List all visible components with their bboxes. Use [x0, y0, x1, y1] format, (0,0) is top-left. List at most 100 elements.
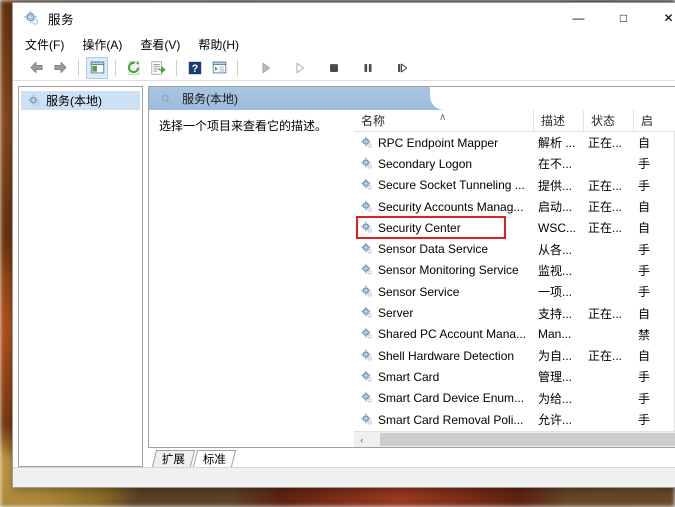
tab-extended[interactable]: 扩展: [151, 450, 196, 467]
rows-region: RPC Endpoint Mapper 解析 ... 正在... 自 Secondary…: [354, 132, 675, 431]
forward-button[interactable]: [49, 57, 71, 79]
service-name-cell: Server: [354, 306, 534, 320]
export-list-button[interactable]: [147, 57, 169, 79]
service-name-label: Security Center: [378, 220, 461, 235]
service-gear-icon: [360, 306, 374, 320]
service-startup-type-cell: 手: [638, 413, 651, 427]
maximize-button[interactable]: □: [601, 3, 646, 33]
table-row[interactable]: RPC Endpoint Mapper 解析 ... 正在... 自: [354, 132, 674, 153]
service-gear-icon: [360, 263, 374, 277]
menu-help[interactable]: 帮助(H): [198, 34, 248, 55]
service-name-label: Sensor Data Service: [378, 242, 489, 257]
toolbar-separator: [237, 59, 238, 76]
service-description-cell: 提供...: [538, 178, 573, 193]
service-gear-icon: [360, 242, 374, 256]
service-startup-type-cell: 自: [638, 306, 651, 321]
horizontal-scroll-track[interactable]: [370, 432, 675, 447]
table-row[interactable]: Shared PC Account Mana... Man... 禁: [354, 324, 674, 345]
results-pane-title: 服务(本地): [182, 92, 238, 106]
window-title: 服务: [48, 12, 75, 27]
column-header-startup-type[interactable]: 启: [634, 110, 675, 131]
horizontal-scroll-thumb[interactable]: [380, 433, 675, 446]
services-gear-icon: [27, 94, 41, 108]
minimize-button[interactable]: —: [556, 3, 601, 33]
service-description-cell: 解析 ...: [538, 136, 576, 151]
service-status-cell: 正在...: [588, 221, 623, 236]
refresh-button[interactable]: [123, 57, 145, 79]
back-button[interactable]: [25, 57, 47, 79]
menu-file[interactable]: 文件(F): [25, 34, 73, 55]
service-startup-type-cell: 手: [638, 178, 651, 193]
service-status-cell: 正在...: [588, 136, 623, 151]
service-name-label: Smart Card Removal Poli...: [378, 412, 524, 427]
results-pane-header: 服务(本地): [149, 87, 675, 110]
table-row[interactable]: Smart Card Removal Poli... 允许... 手: [354, 409, 674, 430]
view-tabstrip: 扩展 标准: [148, 448, 675, 467]
service-startup-type-cell: 手: [638, 370, 651, 385]
service-description-cell: 为给...: [538, 391, 573, 406]
window-titlebar: 服务 — □ ✕: [13, 3, 675, 33]
restart-service-button[interactable]: [391, 57, 413, 79]
results-tab-host: 服务(本地) 选择一个项目来查看它的描述。 名称 ∧ 描述 状态 启 RPC E…: [148, 86, 675, 448]
column-header-name[interactable]: 名称 ∧: [354, 110, 534, 131]
column-header-description[interactable]: 描述: [534, 110, 584, 131]
close-button[interactable]: ✕: [646, 3, 675, 33]
toolbar-separator: [115, 59, 116, 76]
console-tree-pane: 服务(本地): [18, 86, 143, 467]
svg-text:?: ?: [192, 62, 199, 74]
menu-action[interactable]: 操作(A): [82, 34, 131, 55]
service-name-cell: Smart Card: [354, 370, 534, 384]
service-name-label: RPC Endpoint Mapper: [378, 135, 499, 150]
service-startup-type-cell: 手: [638, 157, 651, 172]
service-description-cell: 启动...: [538, 200, 573, 215]
table-row[interactable]: Security Center WSC... 正在... 自: [354, 217, 674, 238]
table-row[interactable]: Shell Hardware Detection 为自... 正在... 自: [354, 345, 674, 366]
help-button[interactable]: ?: [184, 57, 206, 79]
start-service-button[interactable]: [255, 57, 277, 79]
tab-standard-label: 标准: [202, 454, 226, 466]
services-list-pane: 名称 ∧ 描述 状态 启 RPC Endpoint Mapper 解析 ... 正在…: [354, 110, 675, 447]
table-row[interactable]: Sensor Data Service 从各... 手: [354, 238, 674, 259]
service-gear-icon: [360, 327, 374, 341]
service-name-cell: Smart Card Device Enum...: [354, 391, 534, 405]
resume-service-button[interactable]: [289, 57, 311, 79]
show-hide-tree-button[interactable]: [86, 56, 108, 79]
table-row[interactable]: Sensor Monitoring Service 监视... 手: [354, 260, 674, 281]
scroll-left-button[interactable]: ‹: [354, 432, 370, 447]
service-description-cell: 允许...: [538, 413, 573, 427]
service-name-label: Security Accounts Manag...: [378, 199, 524, 214]
column-header-status[interactable]: 状态: [584, 110, 634, 131]
content-split: 选择一个项目来查看它的描述。 名称 ∧ 描述 状态 启 RPC Endpoint…: [149, 110, 675, 447]
service-description-cell: WSC...: [538, 220, 576, 235]
table-row[interactable]: Smart Card 管理... 手: [354, 366, 674, 387]
tree-item-services-local[interactable]: 服务(本地): [21, 91, 140, 110]
service-gear-icon: [360, 178, 374, 192]
toolbar: ?: [13, 55, 675, 81]
table-row[interactable]: Secondary Logon 在不... 手: [354, 153, 674, 174]
service-description-cell: 支持...: [538, 306, 573, 321]
service-name-label: Shared PC Account Mana...: [378, 327, 527, 342]
service-gear-icon: [360, 157, 374, 171]
table-row[interactable]: Secure Socket Tunneling ... 提供... 正在... 手: [354, 175, 674, 196]
tab-standard[interactable]: 标准: [192, 450, 237, 467]
service-gear-icon: [360, 285, 374, 299]
pause-service-button[interactable]: [357, 57, 379, 79]
service-description-cell: 在不...: [538, 157, 573, 172]
table-row[interactable]: Smart Card Device Enum... 为给... 手: [354, 388, 674, 409]
services-window: 服务 — □ ✕ 文件(F) 操作(A) 查看(V) 帮助(H) ? 服务(本地…: [12, 2, 675, 488]
stop-service-button[interactable]: [323, 57, 345, 79]
description-pane: 选择一个项目来查看它的描述。: [149, 110, 354, 447]
service-startup-type-cell: 自: [638, 349, 651, 364]
menubar: 文件(F) 操作(A) 查看(V) 帮助(H): [13, 33, 675, 55]
service-startup-type-cell: 自: [638, 200, 651, 215]
horizontal-scrollbar[interactable]: ‹ ›: [354, 431, 675, 447]
table-row[interactable]: Sensor Service 一项... 手: [354, 281, 674, 302]
service-name-cell: RPC Endpoint Mapper: [354, 136, 534, 150]
table-row[interactable]: Security Accounts Manag... 启动... 正在... 自: [354, 196, 674, 217]
properties-button[interactable]: [208, 57, 230, 79]
menu-view[interactable]: 查看(V): [140, 34, 189, 55]
results-pane: 服务(本地) 选择一个项目来查看它的描述。 名称 ∧ 描述 状态 启 RPC E…: [148, 86, 675, 467]
table-row[interactable]: Server 支持... 正在... 自: [354, 302, 674, 323]
column-header-name-label: 名称: [361, 114, 386, 128]
service-gear-icon: [360, 413, 374, 427]
